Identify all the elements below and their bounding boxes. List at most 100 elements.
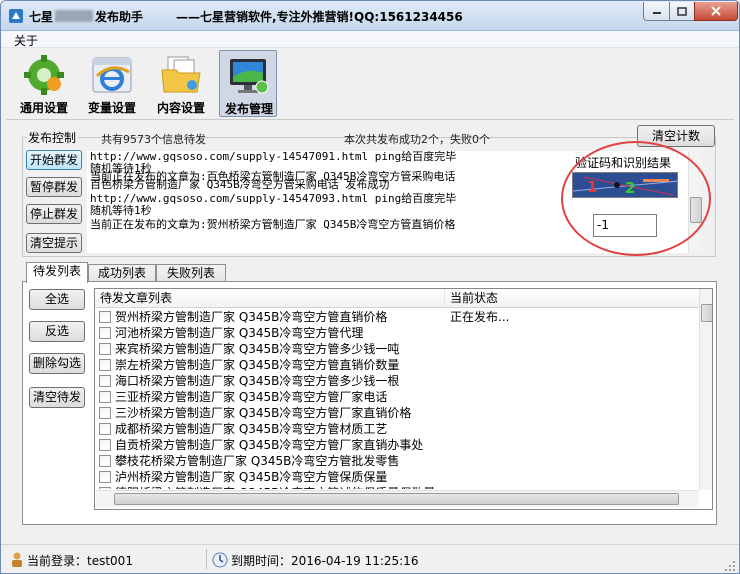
window-subtitle: ——七星营销软件,专注外推营销!QQ:1561234456 [176, 10, 463, 24]
publish-log[interactable]: http://www.gqsoso.com/supply-14547091.ht… [87, 151, 566, 253]
captcha-result-field[interactable]: -1 [593, 214, 657, 237]
tab-failed[interactable]: 失败列表 [156, 264, 226, 282]
toolbar-publish-management[interactable]: 发布管理 [219, 50, 277, 117]
row-checkbox[interactable] [99, 375, 111, 387]
table-row[interactable]: 泸州桥梁方管制造厂家 Q345B冷弯空方管保质保量 [95, 469, 700, 485]
row-checkbox[interactable] [99, 439, 111, 451]
menu-bar: 关于 [1, 31, 739, 48]
toolbar-variable-settings[interactable]: 变量设置 [83, 50, 141, 117]
folder-docs-icon [161, 56, 201, 93]
clear-pending-button[interactable]: 清空待发 [29, 387, 85, 408]
row-checkbox[interactable] [99, 455, 111, 467]
row-title: 三亚桥梁方管制造厂家 Q345B冷弯空方管厂家电话 [115, 390, 388, 404]
tab-success[interactable]: 成功列表 [88, 264, 156, 282]
captcha-panel: 验证码和识别结果 1 2 -1 [566, 151, 688, 253]
minimize-button[interactable] [643, 2, 670, 21]
row-checkbox[interactable] [99, 343, 111, 355]
list-vscrollbar[interactable] [699, 289, 712, 490]
row-checkbox[interactable] [99, 359, 111, 371]
table-row[interactable]: 来宾桥梁方管制造厂家 Q345B冷弯空方管多少钱一吨 [95, 341, 700, 357]
captcha-image: 1 2 [572, 172, 678, 198]
column-header-status[interactable]: 当前状态 [445, 289, 700, 308]
table-row[interactable]: 海口桥梁方管制造厂家 Q345B冷弯空方管多少钱一根 [95, 373, 700, 389]
captcha-title: 验证码和识别结果 [575, 156, 672, 170]
toolbar-general-settings[interactable]: 通用设置 [15, 50, 73, 117]
row-status: 正在发布... [450, 310, 510, 324]
ie-browser-icon [92, 57, 132, 93]
user-icon [12, 552, 22, 567]
row-title: 来宾桥梁方管制造厂家 Q345B冷弯空方管多少钱一吨 [115, 342, 400, 356]
list-body: 贺州桥梁方管制造厂家 Q345B冷弯空方管直销价格 正在发布... 河池桥梁方管制造… [95, 309, 700, 489]
app-logo-icon [9, 9, 23, 23]
title-bar[interactable]: 七星 发布助手 ——七星营销软件,专注外推营销!QQ:1561234456 [1, 1, 739, 31]
log-line: http://www.gqsoso.com/supply-14547091.ht… [90, 151, 457, 163]
clock-icon [212, 552, 228, 568]
toolbar-content-settings[interactable]: 内容设置 [152, 50, 210, 117]
publish-summary-text: 本次共发布成功2个，失败0个 [344, 133, 490, 146]
row-title: 贺州桥梁方管制造厂家 Q345B冷弯空方管直销价格 [115, 310, 388, 324]
log-scrollbar[interactable] [688, 151, 702, 253]
row-checkbox[interactable] [99, 407, 111, 419]
stop-publish-button[interactable]: 停止群发 [26, 204, 82, 224]
tab-pending[interactable]: 待发列表 [26, 262, 88, 283]
toolbar-label: 通用设置 [19, 101, 68, 115]
table-row[interactable]: 成都桥梁方管制造厂家 Q345B冷弯空方管材质工艺 [95, 421, 700, 437]
close-button[interactable] [694, 2, 738, 21]
main-window: 七星 发布助手 ——七星营销软件,专注外推营销!QQ:1561234456 关于 … [0, 0, 740, 574]
row-title: 德阳桥梁方管制造厂家 Q345B冷弯空方管诚信保质量保数量 [115, 485, 435, 489]
close-icon [711, 6, 721, 16]
clear-log-button[interactable]: 清空提示 [26, 233, 82, 253]
pending-count-text: 共有9573个信息待发 [101, 133, 206, 146]
title-suffix: 发布助手 [95, 10, 144, 24]
status-separator [206, 549, 207, 569]
table-row[interactable]: 三沙桥梁方管制造厂家 Q345B冷弯空方管厂家直销价格 [95, 405, 700, 421]
row-title: 成都桥梁方管制造厂家 Q345B冷弯空方管材质工艺 [115, 422, 388, 436]
table-row[interactable]: 德阳桥梁方管制造厂家 Q345B冷弯空方管诚信保质量保数量 [95, 485, 700, 489]
table-row[interactable]: 三亚桥梁方管制造厂家 Q345B冷弯空方管厂家电话 [95, 389, 700, 405]
row-checkbox[interactable] [99, 327, 111, 339]
table-row[interactable]: 贺州桥梁方管制造厂家 Q345B冷弯空方管直销价格 正在发布... [95, 309, 700, 325]
log-line: http://www.gqsoso.com/supply-14547093.ht… [90, 192, 457, 205]
row-checkbox[interactable] [99, 311, 111, 323]
log-line: 当前正在发布的文章为:贺州桥梁方管制造厂家 Q345B冷弯空方管直销价格 [90, 218, 456, 231]
clear-count-button[interactable]: 清空计数 [637, 125, 715, 147]
column-header-title[interactable]: 待发文章列表 [95, 289, 445, 308]
minimize-icon [652, 12, 661, 14]
captcha-graphic: 1 2 [573, 173, 677, 197]
list-header: 待发文章列表 当前状态 [95, 289, 700, 308]
row-checkbox[interactable] [99, 423, 111, 435]
toolbar-label: 变量设置 [87, 101, 136, 115]
window-title: 七星 发布助手 [29, 8, 143, 25]
title-prefix: 七星 [29, 10, 54, 24]
invert-selection-button[interactable]: 反选 [29, 321, 85, 342]
resize-grip-icon[interactable] [724, 560, 736, 572]
scroll-thumb[interactable] [114, 493, 679, 505]
table-row[interactable]: 自贡桥梁方管制造厂家 Q345B冷弯空方管厂家直销办事处 [95, 437, 700, 453]
toolbar-label: 发布管理 [224, 102, 273, 116]
table-row[interactable]: 攀枝花桥梁方管制造厂家 Q345B冷弯空方管批发零售 [95, 453, 700, 469]
menu-about[interactable]: 关于 [14, 32, 38, 49]
maximize-button[interactable] [669, 2, 695, 21]
pending-list[interactable]: 待发文章列表 当前状态 贺州桥梁方管制造厂家 Q345B冷弯空方管直销价格 正在发… [94, 288, 713, 510]
row-checkbox[interactable] [99, 487, 111, 489]
scroll-thumb[interactable] [690, 197, 702, 223]
log-line: 百色桥梁方管制造厂家 Q345B冷弯空方管采购电话 发布成功 [90, 178, 390, 191]
svg-text:2: 2 [625, 179, 635, 197]
toolbar-separator [6, 119, 734, 120]
list-hscrollbar[interactable] [96, 490, 699, 507]
table-row[interactable]: 崇左桥梁方管制造厂家 Q345B冷弯空方管直销价数量 [95, 357, 700, 373]
publish-control-title: 发布控制 [26, 129, 79, 146]
status-bar: 当前登录：test001 到期时间：2016-04-19 11:25:16 [1, 544, 739, 573]
row-title: 河池桥梁方管制造厂家 Q345B冷弯空方管代理 [115, 326, 364, 340]
login-status: 当前登录：test001 [27, 554, 133, 568]
start-publish-button[interactable]: 开始群发 [26, 150, 82, 170]
row-title: 泸州桥梁方管制造厂家 Q345B冷弯空方管保质保量 [115, 470, 388, 484]
table-row[interactable]: 河池桥梁方管制造厂家 Q345B冷弯空方管代理 [95, 325, 700, 341]
scroll-thumb[interactable] [701, 304, 712, 322]
row-checkbox[interactable] [99, 391, 111, 403]
pause-publish-button[interactable]: 暂停群发 [26, 177, 82, 197]
select-all-button[interactable]: 全选 [29, 289, 85, 310]
delete-checked-button[interactable]: 删除勾选 [29, 353, 85, 374]
row-title: 自贡桥梁方管制造厂家 Q345B冷弯空方管厂家直销办事处 [115, 438, 424, 452]
row-checkbox[interactable] [99, 471, 111, 483]
